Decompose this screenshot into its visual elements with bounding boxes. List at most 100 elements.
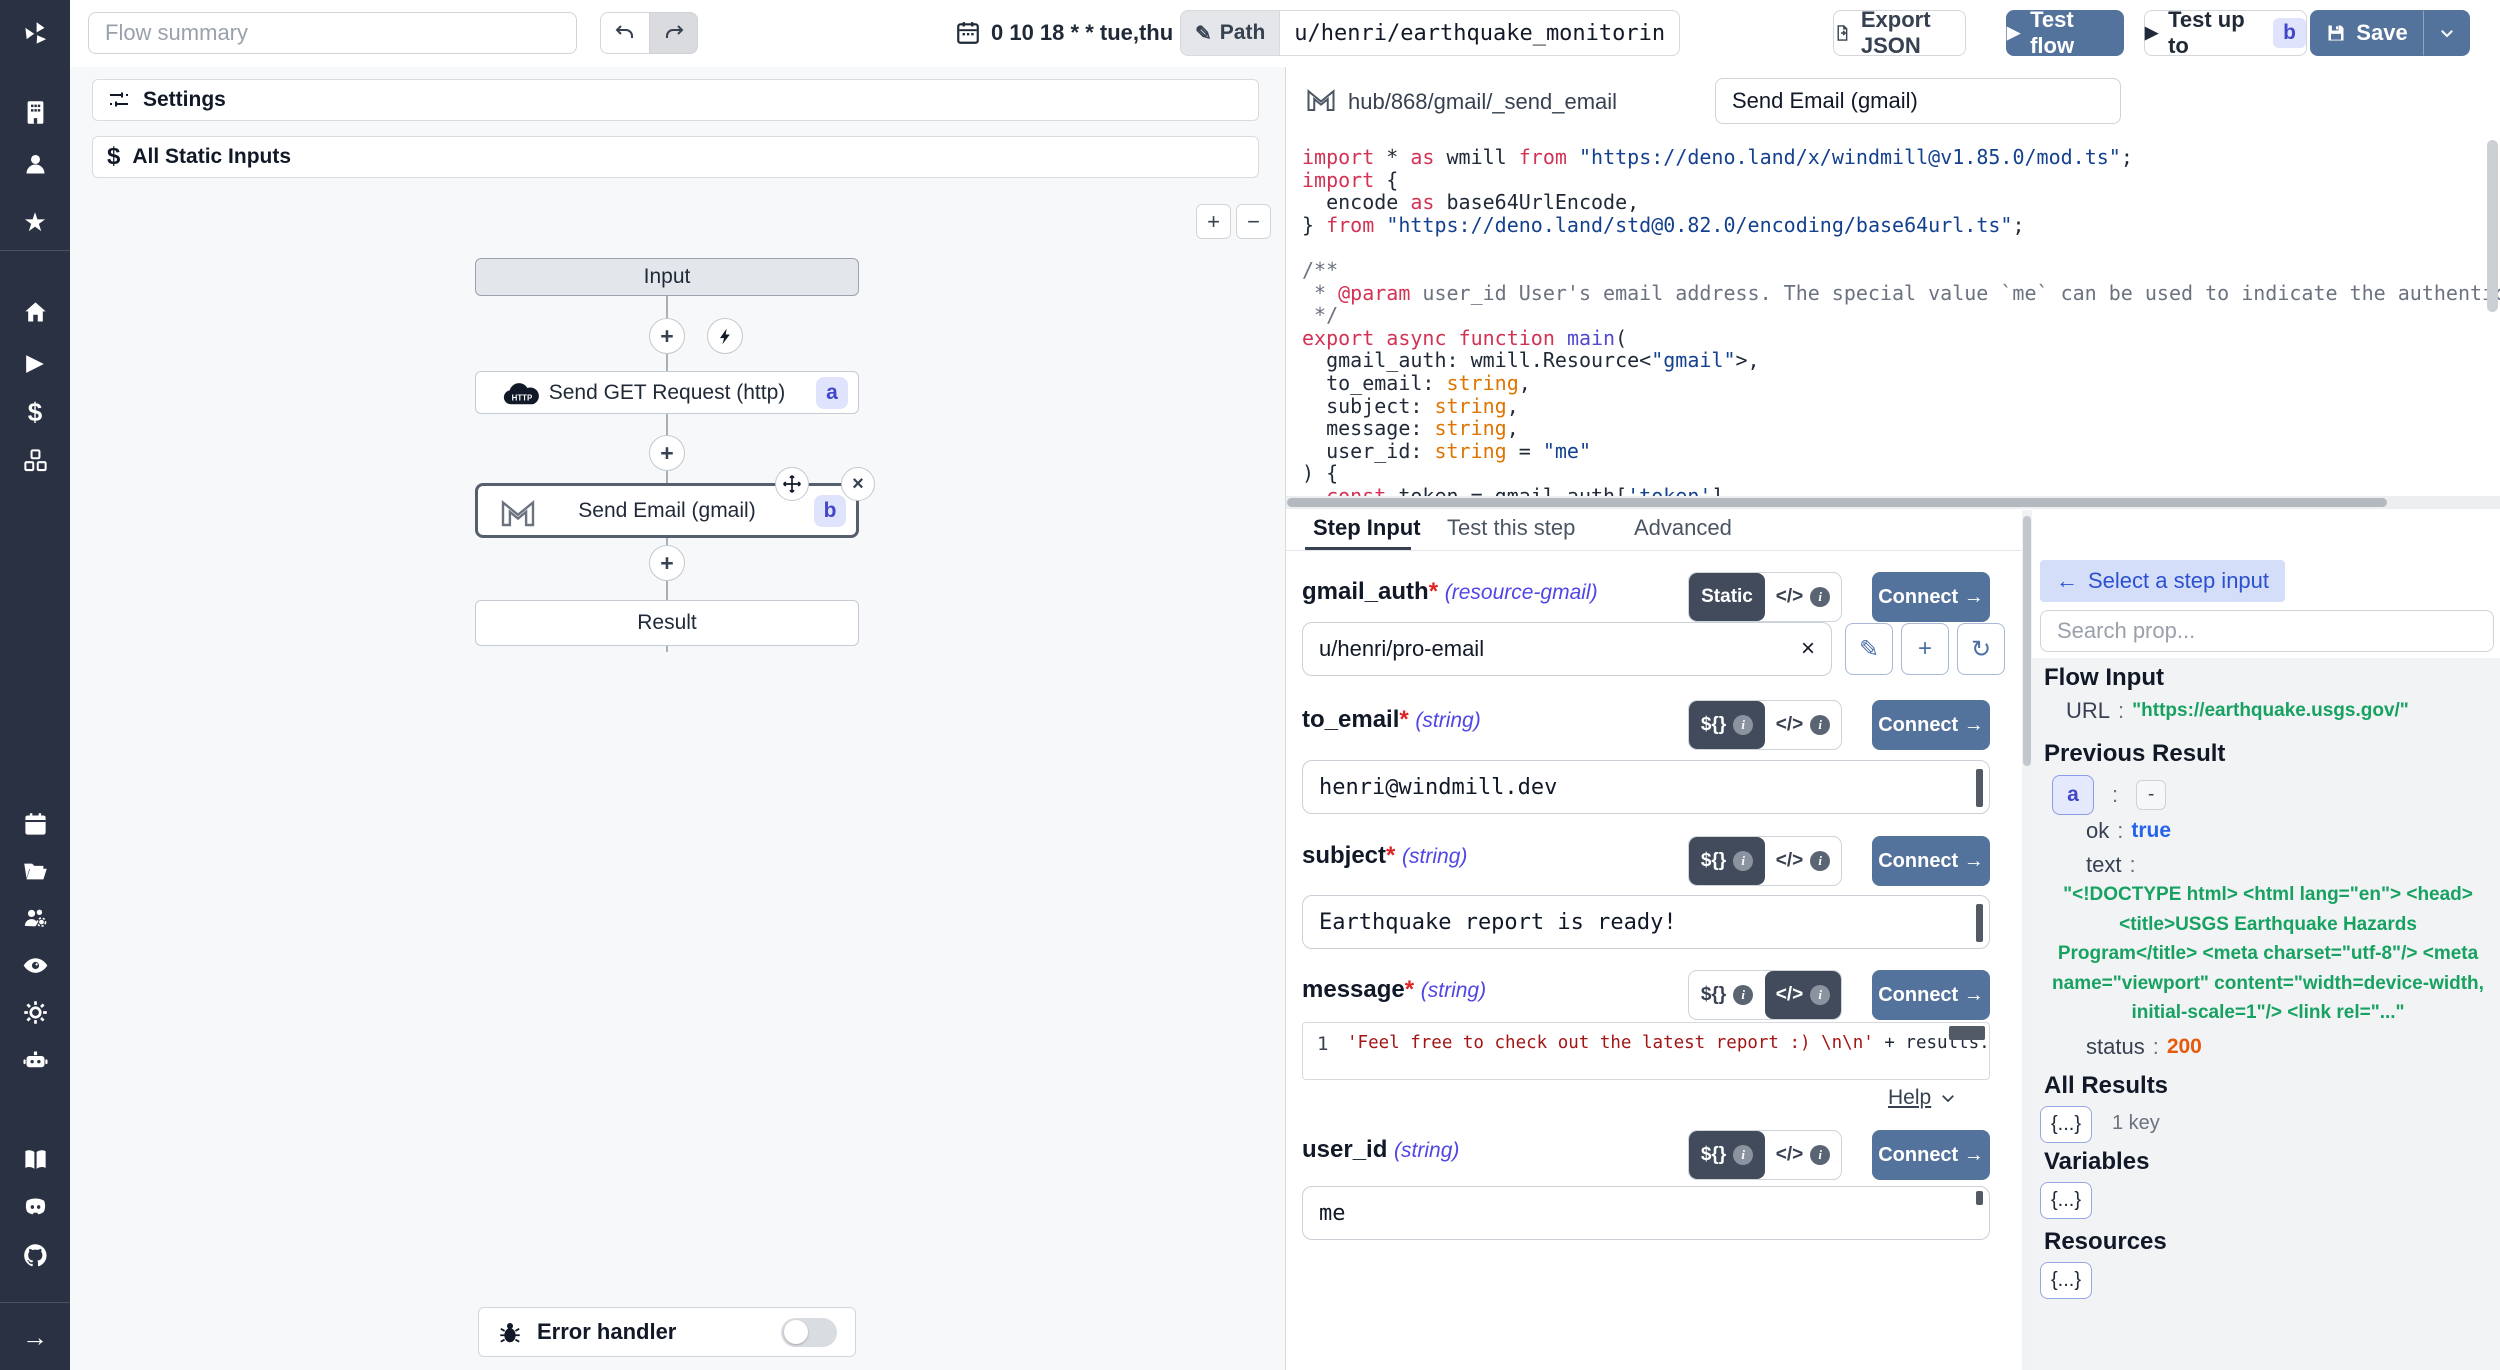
mode-raw[interactable]: </>i (1765, 1131, 1841, 1179)
error-handler-toggle[interactable] (781, 1318, 837, 1347)
mode-raw[interactable]: </>i (1765, 701, 1841, 749)
undo-button[interactable] (600, 12, 649, 54)
code-vertical-scrollbar[interactable] (2487, 140, 2498, 312)
info-icon: i (1810, 985, 1830, 1005)
help-link[interactable]: Help (1888, 1086, 1957, 1110)
add-step-button[interactable]: + (649, 545, 685, 581)
audit-eye-icon[interactable] (0, 945, 70, 985)
mode-template[interactable]: ${}i (1689, 1131, 1765, 1179)
add-step-button[interactable]: + (649, 318, 685, 354)
to-email-input[interactable]: henri@windmill.dev (1302, 760, 1990, 814)
variables-dollar-icon[interactable]: $ (0, 392, 70, 432)
mode-template[interactable]: ${}i (1689, 971, 1765, 1019)
text-row[interactable]: text : (2086, 852, 2144, 878)
code-editor[interactable]: import * as wmill from "https://deno.lan… (1286, 135, 2500, 509)
gmail-auth-connect-button[interactable]: Connect → (1872, 572, 1990, 622)
zoom-in-button[interactable]: + (1196, 204, 1231, 239)
redo-button[interactable] (649, 12, 698, 54)
export-json-button[interactable]: Export JSON (1833, 10, 1966, 56)
docs-book-icon[interactable] (0, 1139, 70, 1179)
mode-static[interactable]: Static (1689, 573, 1765, 621)
robot-icon[interactable] (0, 1040, 70, 1080)
favorites-star-icon[interactable]: ★ (0, 202, 70, 242)
tab-test-this-step[interactable]: Test this step (1447, 515, 1575, 541)
gmail-auth-value: u/henri/pro-email (1319, 636, 1484, 662)
flow-node-result[interactable]: Result (475, 600, 859, 646)
user-id-connect-button[interactable]: Connect → (1872, 1130, 1990, 1180)
field-label-subject: subject* (string) (1302, 842, 1467, 870)
form-scrollbar[interactable] (2023, 516, 2031, 766)
input-scrollbar[interactable] (1976, 1191, 1983, 1205)
step-title-input[interactable] (1715, 78, 2121, 124)
discord-icon[interactable] (0, 1187, 70, 1227)
code-horizontal-scrollbar[interactable] (1287, 498, 2387, 507)
subject-input[interactable]: Earthquake report is ready! (1302, 895, 1990, 949)
workspace-icon[interactable] (0, 92, 70, 132)
all-static-inputs-bar[interactable]: $ All Static Inputs (92, 136, 1259, 178)
to-email-connect-button[interactable]: Connect → (1872, 700, 1990, 750)
path-edit-button[interactable]: ✎ Path (1180, 10, 1279, 56)
refresh-resource-button[interactable]: ↻ (1957, 623, 2005, 675)
input-scrollbar[interactable] (1976, 769, 1983, 807)
search-prop-input[interactable] (2040, 610, 2494, 652)
add-step-button[interactable]: + (649, 435, 685, 471)
user-icon[interactable] (0, 144, 70, 184)
all-results-object-badge[interactable]: {...} (2040, 1106, 2092, 1143)
flow-settings-bar[interactable]: Settings (92, 79, 1259, 121)
github-icon[interactable] (0, 1235, 70, 1275)
runs-play-icon[interactable]: ▶ (0, 342, 70, 382)
mode-template[interactable]: ${}i (1689, 701, 1765, 749)
step-a-badge[interactable]: a (2052, 775, 2094, 815)
mode-raw[interactable]: </>i (1765, 837, 1841, 885)
user-id-input[interactable]: me (1302, 1186, 1990, 1240)
url-value: "https://earthquake.usgs.gov/" (2132, 700, 2409, 722)
tab-step-input[interactable]: Step Input (1313, 515, 1421, 541)
test-flow-button[interactable]: ▶ Test flow (2006, 10, 2124, 56)
settings-gear-icon[interactable] (0, 992, 70, 1032)
subject-connect-button[interactable]: Connect → (1872, 836, 1990, 886)
message-code-editor[interactable]: 1 'Feel free to check out the latest rep… (1302, 1022, 1990, 1080)
trigger-bolt-button[interactable] (707, 318, 743, 354)
editor-scrollbar[interactable] (1949, 1026, 1985, 1040)
status-row[interactable]: status : 200 (2086, 1034, 2202, 1060)
gmail-icon (500, 498, 536, 528)
previous-result-a-row: a : - (2052, 775, 2166, 815)
folders-icon[interactable] (0, 851, 70, 891)
collapse-button[interactable]: - (2136, 780, 2166, 810)
save-dropdown-button[interactable] (2424, 10, 2470, 56)
error-handler-card[interactable]: Error handler (478, 1307, 856, 1357)
edit-resource-button[interactable]: ✎ (1845, 623, 1893, 675)
home-icon[interactable] (0, 292, 70, 332)
windmill-logo-icon[interactable] (0, 13, 70, 53)
flow-summary-input[interactable] (88, 12, 577, 54)
zoom-out-button[interactable]: − (1236, 204, 1271, 239)
flow-input-url-row[interactable]: URL : "https://earthquake.usgs.gov/" (2066, 698, 2409, 724)
flow-node-http[interactable]: HTTP Send GET Request (http) a (475, 371, 859, 414)
message-connect-button[interactable]: Connect → (1872, 970, 1990, 1020)
add-resource-button[interactable]: + (1901, 623, 1949, 675)
move-step-button[interactable] (775, 467, 809, 501)
groups-users-icon[interactable] (0, 898, 70, 938)
ok-row[interactable]: ok : true (2086, 818, 2171, 844)
resources-object-badge[interactable]: {...} (2040, 1262, 2092, 1299)
variables-object-badge[interactable]: {...} (2040, 1182, 2092, 1219)
mode-raw[interactable]: </>i (1765, 573, 1841, 621)
clear-x-icon[interactable]: × (1801, 635, 1815, 663)
mode-template[interactable]: ${}i (1689, 837, 1765, 885)
mode-raw[interactable]: </>i (1765, 971, 1841, 1019)
select-step-input-button[interactable]: ← Select a step input (2040, 560, 2285, 602)
gmail-auth-resource-input[interactable]: u/henri/pro-email × (1302, 622, 1832, 676)
path-value[interactable]: u/henri/earthquake_monitorin (1279, 10, 1680, 56)
input-scrollbar[interactable] (1976, 904, 1983, 942)
flow-node-input[interactable]: Input (475, 258, 859, 296)
plus-icon: + (1918, 635, 1932, 663)
schedules-calendar-icon[interactable] (0, 804, 70, 844)
resources-cubes-icon[interactable] (0, 440, 70, 480)
schedule-display[interactable]: 0 10 18 * * tue,thu (955, 12, 1173, 54)
status-value: 200 (2167, 1035, 2202, 1059)
test-up-to-button[interactable]: ▶ Test up to b (2144, 10, 2307, 56)
expand-arrow-icon[interactable]: → (0, 1317, 70, 1357)
delete-step-button[interactable]: × (841, 467, 875, 501)
tab-advanced[interactable]: Advanced (1634, 515, 1732, 541)
save-button[interactable]: Save (2310, 10, 2424, 56)
